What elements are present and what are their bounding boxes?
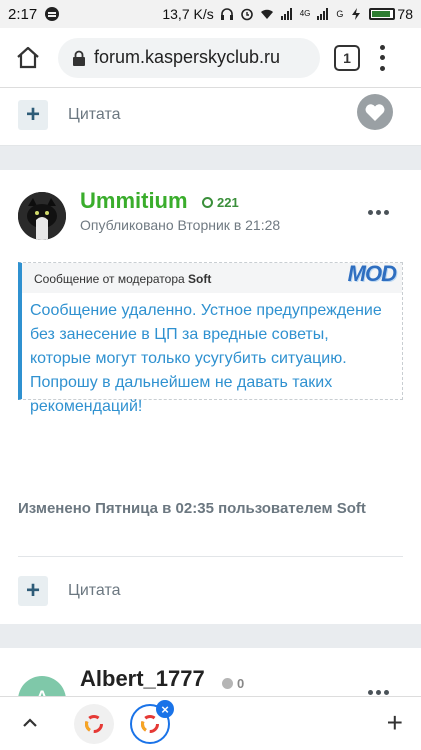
moderator-note-prefix: Сообщение от модератора: [34, 272, 185, 286]
next-forum-post: A Albert_1777 0: [0, 648, 421, 696]
neutral-dot-icon: [222, 678, 233, 689]
chevron-up-icon[interactable]: [20, 713, 40, 733]
home-icon: [17, 46, 39, 68]
url-text: forum.kasperskyclub.ru: [94, 47, 281, 67]
post-author[interactable]: Albert_1777: [80, 666, 205, 692]
post-timestamp[interactable]: Опубликовано Вторник в 21:28: [80, 217, 280, 233]
wifi-icon: [260, 9, 273, 19]
edited-note: Изменено Пятница в 02:35 пользователем S…: [18, 500, 366, 517]
quote-action[interactable]: + Цитата: [18, 100, 121, 130]
plus-icon[interactable]: +: [18, 100, 48, 130]
battery-icon: [369, 8, 396, 20]
moderator-note: Сообщение от модератора Soft MOD Сообщен…: [18, 261, 403, 415]
like-button[interactable]: [357, 94, 393, 130]
site-favicon-icon: [141, 715, 159, 733]
mod-badge: MOD: [347, 261, 397, 286]
reputation-count: 0: [237, 676, 245, 691]
browser-toolbar: forum.kasperskyclub.ru 1: [0, 28, 421, 88]
heart-icon: [365, 104, 385, 121]
plus-icon[interactable]: +: [18, 576, 48, 606]
battery-indicator: 78: [369, 6, 413, 22]
quote-label[interactable]: Цитата: [68, 582, 121, 600]
signal-icon: [280, 8, 292, 20]
close-tab-icon[interactable]: ×: [156, 700, 174, 718]
post-menu-button[interactable]: [368, 210, 389, 215]
address-bar[interactable]: forum.kasperskyclub.ru: [58, 37, 320, 78]
battery-level: 78: [397, 6, 413, 22]
network-label: G: [336, 9, 344, 19]
home-button[interactable]: [12, 42, 44, 74]
forum-post: Ummitium 221 Опубликовано Вторник в 21:2…: [0, 170, 421, 624]
previous-post-footer: + Цитата: [0, 88, 421, 146]
cat-avatar-image: [18, 192, 66, 240]
site-favicon-icon: [85, 715, 103, 733]
plus-circle-icon: [202, 197, 213, 208]
signal-icon-2: [317, 8, 329, 20]
network-type: 4G: [299, 9, 311, 18]
moderator-name: Soft: [188, 272, 212, 286]
active-tab-thumbnail[interactable]: ×: [130, 700, 174, 744]
reputation-count: 221: [217, 195, 239, 210]
reputation-badge: 0: [222, 676, 244, 691]
new-tab-button[interactable]: +: [387, 709, 403, 737]
post-author[interactable]: Ummitium: [80, 188, 188, 214]
headphones-icon: [220, 8, 233, 20]
avatar[interactable]: [18, 192, 66, 240]
lock-icon: [73, 50, 85, 66]
tab-thumbnail[interactable]: [74, 704, 114, 744]
moderator-note-header: Сообщение от модератора Soft: [22, 263, 402, 293]
reputation-badge: 221: [202, 195, 239, 210]
tab-strip: × +: [0, 696, 421, 750]
tab-switcher-button[interactable]: 1: [334, 44, 360, 71]
quote-label[interactable]: Цитата: [68, 106, 121, 124]
message-icon: [45, 7, 60, 21]
overflow-menu-icon[interactable]: [378, 44, 386, 71]
status-bar: 2:17 13,7 K/s 4G G 78: [0, 0, 421, 28]
network-speed: 13,7 K/s: [162, 6, 214, 22]
moderator-message: Сообщение удаленно. Устное предупреждени…: [30, 302, 382, 415]
avatar[interactable]: A: [18, 676, 66, 696]
status-time: 2:17: [8, 5, 38, 23]
charging-icon: [352, 8, 361, 20]
post-menu-button[interactable]: [368, 690, 389, 695]
divider: [18, 556, 403, 557]
alarm-icon: [240, 8, 253, 21]
quote-action[interactable]: + Цитата: [18, 576, 121, 606]
